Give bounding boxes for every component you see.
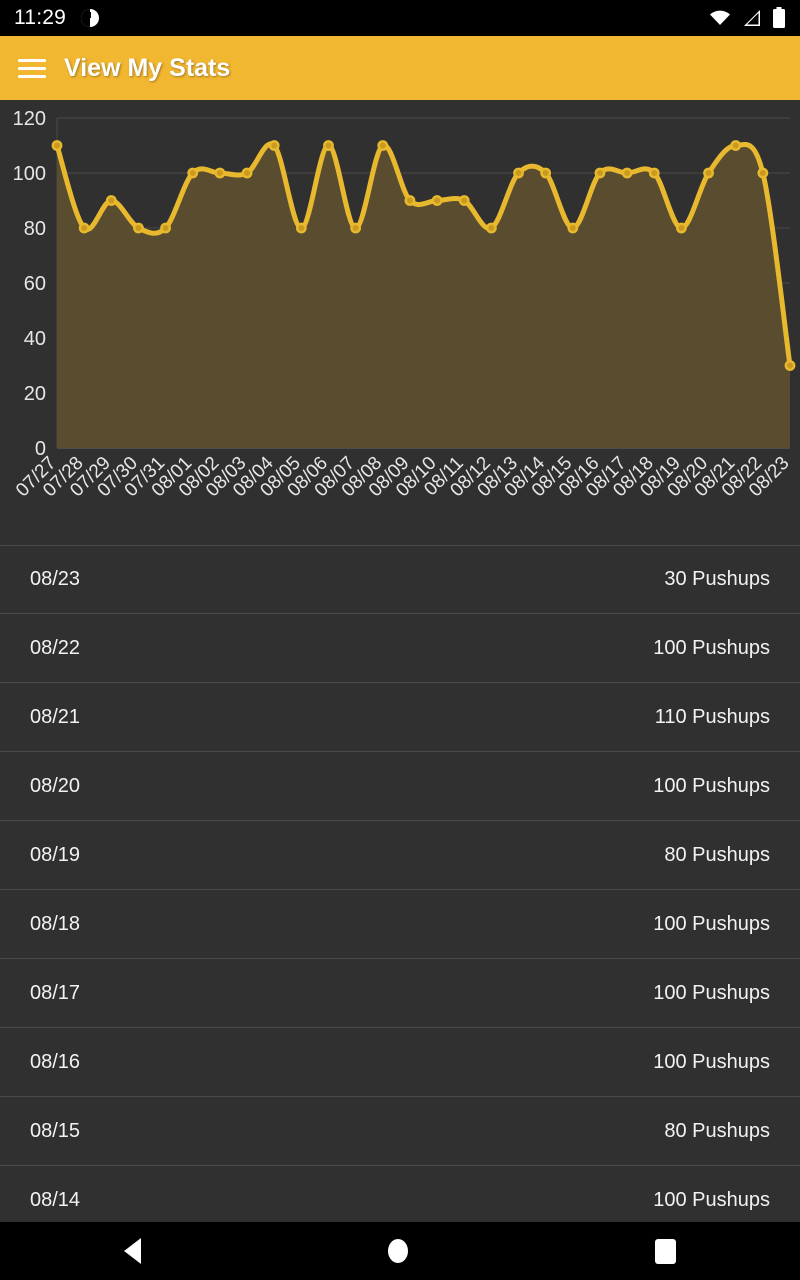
- list-item-date: 08/15: [30, 1119, 81, 1142]
- list-item-value: 110 Pushups: [654, 705, 770, 728]
- chart-data-point[interactable]: [784, 360, 796, 371]
- list-item-value: 100 Pushups: [653, 774, 770, 797]
- page-title: View My Stats: [64, 53, 231, 82]
- list-item[interactable]: 08/22 100 Pushups: [0, 614, 800, 683]
- list-item-value: 80 Pushups: [664, 843, 770, 866]
- chart-data-point[interactable]: [295, 222, 307, 234]
- list-item-value: 100 Pushups: [653, 1188, 770, 1211]
- stats-list[interactable]: 08/23 30 Pushups 08/22 100 Pushups 08/21 110 …: [0, 545, 800, 1235]
- list-item-value: 100 Pushups: [653, 636, 770, 659]
- y-axis-tick-label: 100: [13, 163, 46, 185]
- battery-icon: [773, 7, 785, 28]
- stats-chart[interactable]: 0 20 40 60 80 100 120 07/27 07/28 07/29 07/30 07/31…: [0, 100, 800, 545]
- chart-data-point[interactable]: [241, 167, 253, 179]
- list-item-date: 08/14: [30, 1188, 81, 1211]
- chart-data-point[interactable]: [105, 195, 117, 206]
- chart-data-point[interactable]: [485, 222, 497, 234]
- chart-data-point[interactable]: [78, 222, 90, 234]
- wifi-icon: [710, 10, 730, 25]
- nav-home-icon[interactable]: [387, 1239, 408, 1263]
- hamburger-menu-icon[interactable]: [18, 58, 46, 78]
- y-axis-tick-label: 80: [24, 218, 46, 240]
- list-item[interactable]: 08/15 80 Pushups: [0, 1097, 800, 1166]
- y-axis-tick-label: 40: [24, 328, 46, 350]
- status-system-icons: [708, 7, 786, 29]
- list-item-date: 08/16: [30, 1050, 81, 1073]
- chart-data-point[interactable]: [350, 222, 362, 234]
- list-item-value: 100 Pushups: [653, 1050, 770, 1073]
- chart-data-point[interactable]: [676, 222, 687, 234]
- chart-data-point[interactable]: [621, 167, 633, 179]
- chart-data-point[interactable]: [757, 167, 769, 179]
- chart-data-point[interactable]: [377, 140, 389, 151]
- list-item-value: 100 Pushups: [653, 981, 770, 1004]
- status-bar: 11:29: [0, 0, 800, 36]
- chart-data-point[interactable]: [431, 195, 443, 206]
- chart-data-point[interactable]: [703, 167, 714, 179]
- chart-data-point[interactable]: [268, 140, 280, 151]
- list-item-value: 100 Pushups: [653, 912, 770, 935]
- app-bar: View My Stats: [0, 36, 800, 100]
- chart-data-point[interactable]: [323, 140, 334, 151]
- chart-data-point[interactable]: [594, 167, 606, 179]
- clock-icon: [81, 9, 99, 27]
- chart-data-point[interactable]: [160, 222, 171, 234]
- list-item-value: 30 Pushups: [664, 568, 770, 590]
- chart-data-point[interactable]: [214, 167, 226, 179]
- list-item[interactable]: 08/20 100 Pushups: [0, 752, 800, 821]
- android-nav-bar: [0, 1222, 800, 1280]
- list-item-date: 08/21: [30, 705, 81, 728]
- list-item-date: 08/22: [30, 636, 81, 659]
- status-time: 11:29: [14, 6, 66, 29]
- list-item[interactable]: 08/21 110 Pushups: [0, 683, 800, 752]
- list-item-date: 08/19: [30, 843, 81, 866]
- status-notification-icons: [80, 8, 100, 28]
- chart-data-point[interactable]: [51, 140, 63, 151]
- chart-data-point[interactable]: [404, 195, 416, 206]
- y-axis-tick-label: 60: [24, 273, 46, 295]
- nav-recents-icon[interactable]: [655, 1238, 677, 1264]
- chart-data-point[interactable]: [513, 167, 524, 179]
- list-item[interactable]: 08/23 30 Pushups: [0, 545, 800, 614]
- nav-back-icon[interactable]: [123, 1238, 141, 1264]
- chart-data-point[interactable]: [648, 167, 660, 179]
- chart-data-point[interactable]: [458, 195, 470, 206]
- list-item[interactable]: 08/19 80 Pushups: [0, 821, 800, 890]
- y-axis-tick-label: 20: [24, 383, 46, 405]
- stats-chart-svg: 02040608010012007/2707/2807/2907/3007/31…: [12, 108, 796, 501]
- list-item-date: 08/17: [30, 981, 81, 1004]
- chart-data-point[interactable]: [187, 167, 199, 179]
- y-axis-tick-label: 120: [13, 108, 46, 130]
- list-item[interactable]: 08/17 100 Pushups: [0, 959, 800, 1028]
- list-item-date: 08/18: [30, 912, 81, 935]
- chart-area-fill: [57, 143, 790, 448]
- chart-data-point[interactable]: [730, 140, 742, 151]
- list-item[interactable]: 08/16 100 Pushups: [0, 1028, 800, 1097]
- cell-signal-icon: [744, 10, 760, 26]
- list-item[interactable]: 08/18 100 Pushups: [0, 890, 800, 959]
- list-item-date: 08/23: [30, 568, 81, 590]
- chart-data-point[interactable]: [567, 222, 579, 234]
- chart-data-point[interactable]: [540, 167, 552, 179]
- list-item-value: 80 Pushups: [664, 1119, 770, 1142]
- chart-data-point[interactable]: [133, 222, 144, 234]
- list-item-date: 08/20: [30, 774, 81, 797]
